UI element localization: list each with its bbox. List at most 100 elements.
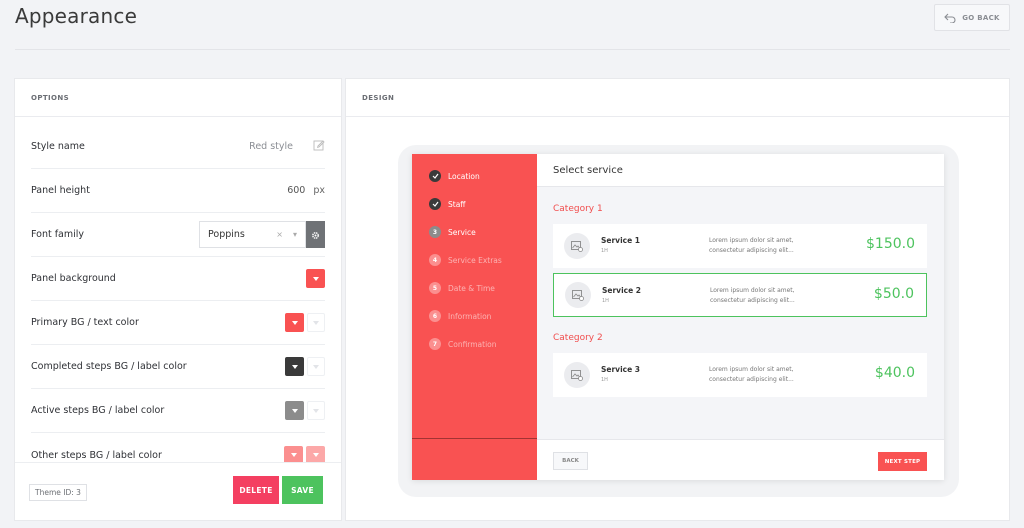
caret-down-icon [313,320,319,325]
service-description: Lorem ipsum dolor sit amet, consectetur … [709,366,794,383]
step-information[interactable]: 6 Information [429,310,491,322]
service-image-icon [565,282,591,308]
service-name: Service 3 [601,365,641,374]
step-service[interactable]: 3 Service [429,226,476,238]
category-title: Category 1 [553,204,603,214]
step-label: Service Extras [448,255,502,265]
main-title: Select service [537,154,944,187]
header-divider [15,49,1010,50]
option-label: Primary BG / text color [31,317,139,328]
delete-button[interactable]: DELETE [233,476,279,504]
option-style-name: Style name Red style [31,125,325,169]
service-image-icon [564,233,590,259]
caret-down-icon [291,364,298,369]
option-panel-height: Panel height 600 px [31,169,325,213]
style-name-value[interactable]: Red style [249,141,293,152]
panel-background-swatch[interactable] [306,269,325,288]
option-panel-background: Panel background [31,257,325,301]
caret-down-icon [290,453,297,457]
options-header: OPTIONS [15,79,341,117]
service-name: Service 1 [601,236,641,245]
panel-height-input[interactable]: 600 [287,185,305,196]
step-number: 4 [429,254,441,266]
service-duration: 1H [602,298,609,304]
service-main: Select service Category 1 Service 1 1H L… [537,154,944,480]
service-card[interactable]: Service 3 1H Lorem ipsum dolor sit amet,… [553,353,927,397]
save-button[interactable]: SAVE [282,476,323,504]
option-label: Other steps BG / label color [31,449,162,461]
check-icon [429,170,441,182]
option-completed-steps-color: Completed steps BG / label color [31,345,325,389]
step-label: Service [448,227,476,237]
service-price: $150.0 [866,236,915,252]
font-family-value: Poppins [208,229,245,240]
service-card[interactable]: Service 1 1H Lorem ipsum dolor sit amet,… [553,224,927,268]
options-footer: Theme ID: 3 DELETE SAVE [15,462,341,520]
completed-bg-swatch[interactable] [285,357,304,376]
active-bg-swatch[interactable] [285,401,304,420]
font-settings-button[interactable] [306,221,325,248]
primary-bg-swatch[interactable] [285,313,304,332]
step-label: Location [448,171,480,181]
service-description: Lorem ipsum dolor sit amet, consectetur … [710,287,795,304]
service-duration: 1H [601,377,608,383]
step-number: 6 [429,310,441,322]
page-title: Appearance [15,4,138,28]
step-confirmation[interactable]: 7 Confirmation [429,338,497,350]
caret-down-icon [291,320,298,325]
panel-height-unit: px [313,185,325,196]
options-panel: OPTIONS Style name Red style Panel heigh… [14,78,342,521]
caret-down-icon [312,276,319,281]
service-description: Lorem ipsum dolor sit amet, consectetur … [709,237,794,254]
clear-icon[interactable]: × [276,230,283,239]
step-label: Date & Time [448,283,495,293]
step-date-time[interactable]: 5 Date & Time [429,282,495,294]
step-service-extras[interactable]: 4 Service Extras [429,254,502,266]
option-label: Panel background [31,273,116,284]
category-title: Category 2 [553,333,603,343]
service-name: Service 2 [602,286,642,295]
step-label: Confirmation [448,339,497,349]
caret-down-icon [312,453,319,457]
service-card-selected[interactable]: Service 2 1H Lorem ipsum dolor sit amet,… [553,273,927,317]
option-label: Active steps BG / label color [31,405,165,416]
design-header: DESIGN [346,79,1009,117]
caret-down-icon [313,364,319,369]
caret-down-icon[interactable]: ▾ [293,230,297,239]
edit-icon[interactable] [313,139,325,154]
check-icon [429,198,441,210]
service-price: $50.0 [873,286,914,302]
booking-preview: Location Staff 3 Service 4 Service Extra… [412,154,944,480]
caret-down-icon [313,408,319,413]
theme-id-badge: Theme ID: 3 [29,484,87,501]
design-panel: DESIGN Location Staff 3 Service 4 Servic… [345,78,1010,521]
active-label-swatch[interactable] [307,401,325,420]
back-button[interactable]: BACK [553,452,588,470]
next-step-button[interactable]: NEXT STEP [878,452,927,471]
option-label: Style name [31,141,85,152]
preview-footer: BACK NEXT STEP [537,439,944,480]
step-label: Staff [448,199,466,209]
step-number: 3 [429,226,441,238]
option-label: Completed steps BG / label color [31,361,187,372]
step-label: Information [448,311,492,321]
service-duration: 1H [601,248,608,254]
step-number: 7 [429,338,441,350]
step-number: 5 [429,282,441,294]
steps-sidebar: Location Staff 3 Service 4 Service Extra… [412,154,537,480]
primary-text-swatch[interactable] [307,313,325,332]
completed-label-swatch[interactable] [307,357,325,376]
option-label: Panel height [31,185,90,196]
step-location[interactable]: Location [429,170,480,182]
font-family-select[interactable]: Poppins × ▾ [199,221,306,248]
gear-icon [311,225,320,244]
go-back-button[interactable]: GO BACK [934,4,1010,31]
option-active-steps-color: Active steps BG / label color [31,389,325,433]
option-primary-color: Primary BG / text color [31,301,325,345]
step-staff[interactable]: Staff [429,198,465,210]
option-label: Font family [31,229,85,240]
service-image-icon [564,362,590,388]
back-arrow-icon [944,8,956,27]
steps-divider [412,438,537,439]
service-price: $40.0 [874,365,915,381]
